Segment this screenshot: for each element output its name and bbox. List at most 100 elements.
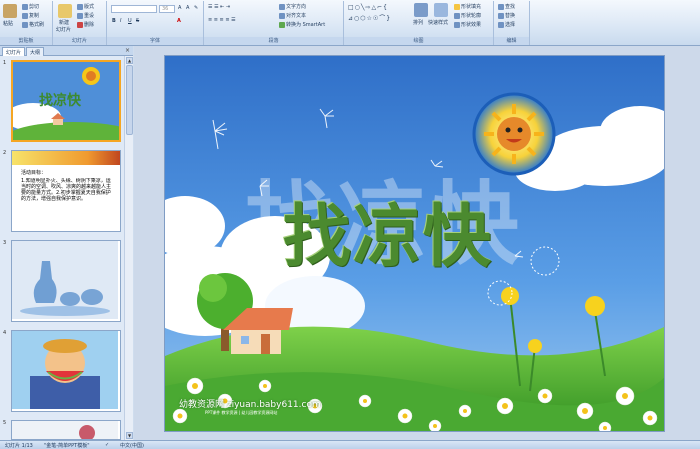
new-slide-button[interactable]: 新建 xyxy=(59,19,69,26)
scroll-thumb[interactable] xyxy=(126,65,133,135)
find-button[interactable]: 查找 xyxy=(498,3,515,10)
font-size-combo[interactable]: 36 xyxy=(159,5,175,13)
shape-effects-button[interactable]: 形状效果 xyxy=(454,21,481,28)
copy-button[interactable]: 复制 xyxy=(22,12,39,19)
text-direction-label: 文字方向 xyxy=(286,4,307,10)
shrink-font-button[interactable]: A xyxy=(186,5,189,11)
spell-check-icon[interactable]: ✓ xyxy=(105,442,109,448)
italic-button[interactable]: I xyxy=(120,18,121,24)
delete-button[interactable]: 删除 xyxy=(77,21,94,28)
editing-group: 查找 替换 选择 编辑 xyxy=(494,1,530,45)
align-text-icon xyxy=(279,12,285,19)
thumb-4-art xyxy=(12,331,118,409)
thumb-number: 1 xyxy=(3,60,7,66)
select-label: 选择 xyxy=(505,22,516,28)
thumb-2-heading: 活动目标： xyxy=(21,170,47,176)
format-painter-button[interactable]: 格式刷 xyxy=(22,21,44,28)
shape-outline-button[interactable]: 形状轮廓 xyxy=(454,12,481,19)
delete-label: 删除 xyxy=(84,22,95,28)
replace-label: 替换 xyxy=(505,13,516,19)
new-slide-icon[interactable] xyxy=(58,4,72,18)
reset-icon xyxy=(77,12,83,19)
underline-button[interactable]: U xyxy=(128,18,132,24)
reset-label: 重设 xyxy=(84,13,95,19)
thumb-number: 2 xyxy=(3,150,7,156)
slide-counter: 幻灯片 1/13 xyxy=(5,443,33,449)
quick-styles-button[interactable]: 快速样式 xyxy=(428,19,448,26)
arrange-icon[interactable] xyxy=(414,3,428,17)
shapes-gallery-row2[interactable]: ⊿○⬡☆☉⌒} xyxy=(348,13,391,22)
delete-icon xyxy=(77,21,83,28)
slide-watermark-sub: PPT课件 教学资源 | 幼儿园教学资源网站 xyxy=(205,410,278,415)
fill-icon xyxy=(454,3,460,10)
smartart-button[interactable]: 转换为 SmartArt xyxy=(279,21,325,28)
outline-icon xyxy=(454,12,460,19)
strike-button[interactable]: S xyxy=(136,18,139,24)
status-bar: 幻灯片 1/13 "金笔-简单PPT模板" ✓ 中文(中国) xyxy=(0,440,700,449)
arrange-button[interactable]: 排列 xyxy=(413,19,423,26)
font-color-button[interactable]: A xyxy=(177,18,181,24)
replace-button[interactable]: 替换 xyxy=(498,12,515,19)
align-text-button[interactable]: 对齐文本 xyxy=(279,12,306,19)
scroll-down-icon[interactable]: ▼ xyxy=(126,432,133,439)
cut-button[interactable]: 剪切 xyxy=(22,3,39,10)
text-direction-button[interactable]: 文字方向 xyxy=(279,3,306,10)
thumb-2-body: 1.知道明显扑火、头缘、树阴下乘凉，运当时的空调、吹风、凉爽的越来越能人主要的能… xyxy=(21,178,112,202)
ribbon: 粘贴 剪切 复制 格式刷 剪贴板 新建 幻灯片 版式 重设 删除 幻灯片 36 … xyxy=(0,0,700,46)
bullets-button[interactable]: ☰ ☰ ⇤ ⇥ xyxy=(208,4,230,10)
clipboard-group: 粘贴 剪切 复制 格式刷 剪贴板 xyxy=(0,1,53,45)
bold-button[interactable]: B xyxy=(112,18,116,24)
smartart-label: 转换为 SmartArt xyxy=(286,22,326,28)
clipboard-group-label: 剪贴板 xyxy=(0,37,52,45)
thumb-preview[interactable] xyxy=(11,240,121,322)
font-group: 36 A A ✎ B I U S A 字体 xyxy=(107,1,204,45)
thumb-preview[interactable]: 活动目标： 1.知道明显扑火、头缘、树阴下乘凉，运当时的空调、吹风、凉爽的越来越… xyxy=(11,150,121,232)
shape-fill-button[interactable]: 形状填充 xyxy=(454,3,481,10)
replace-icon xyxy=(498,12,504,19)
paragraph-group-label: 段落 xyxy=(204,37,343,45)
paste-button[interactable]: 粘贴 xyxy=(3,20,13,27)
cut-label: 剪切 xyxy=(29,4,40,10)
language-label: 中文(中国) xyxy=(120,443,144,449)
reset-button[interactable]: 重设 xyxy=(77,12,94,19)
align-text-label: 对齐文本 xyxy=(286,13,307,19)
drawing-group: □○╲⇨△⌐{ ⊿○⬡☆☉⌒} 排列 快速样式 形状填充 形状轮廓 形状效果 绘… xyxy=(344,1,494,45)
text-direction-icon xyxy=(279,3,285,10)
shape-fill-label: 形状填充 xyxy=(461,4,482,10)
tab-slides[interactable]: 幻灯片 xyxy=(2,47,26,56)
thumb-preview[interactable] xyxy=(11,420,121,440)
tab-outline[interactable]: 大纲 xyxy=(26,47,45,56)
select-button[interactable]: 选择 xyxy=(498,21,515,28)
binoculars-icon xyxy=(498,3,504,10)
thumb-2-banner xyxy=(12,151,120,165)
quick-styles-icon[interactable] xyxy=(434,3,448,17)
slides-group: 新建 幻灯片 版式 重设 删除 幻灯片 xyxy=(53,1,107,45)
thumb-number: 4 xyxy=(3,330,7,336)
clear-format-button[interactable]: ✎ xyxy=(194,5,198,11)
layout-button[interactable]: 版式 xyxy=(77,3,94,10)
slide-editor: 找凉快 找凉快 幼教资源网 ziyuan.baby611.com PPT课件 教… xyxy=(134,46,700,440)
thumb-preview[interactable]: 找凉快 xyxy=(11,60,121,142)
font-group-label: 字体 xyxy=(107,37,203,45)
theme-name: "金笔-简单PPT模板" xyxy=(44,443,90,449)
brush-icon xyxy=(22,21,28,28)
font-name-combo[interactable] xyxy=(111,5,157,13)
align-buttons[interactable]: ≡ ≡ ≡ ≡ ☰ xyxy=(208,17,236,23)
slide-watermark: 幼教资源网 ziyuan.baby611.com xyxy=(179,400,321,410)
shape-effects-label: 形状效果 xyxy=(461,22,482,28)
slide-canvas[interactable]: 找凉快 找凉快 幼教资源网 ziyuan.baby611.com PPT课件 教… xyxy=(164,55,665,432)
panel-scrollbar[interactable]: ▲ ▼ xyxy=(124,56,133,440)
grow-font-button[interactable]: A xyxy=(178,5,181,11)
paste-icon[interactable] xyxy=(3,4,17,18)
panel-tabs: 幻灯片 大纲 × xyxy=(0,46,133,56)
new-slide-button-line2[interactable]: 幻灯片 xyxy=(56,26,71,33)
shapes-gallery[interactable]: □○╲⇨△⌐{ xyxy=(348,4,408,11)
thumb-1-title: 找凉快 xyxy=(39,93,81,109)
scroll-up-icon[interactable]: ▲ xyxy=(126,57,133,64)
slide-title[interactable]: 找凉快 xyxy=(283,181,493,280)
thumb-preview[interactable] xyxy=(11,330,121,412)
slides-group-label: 幻灯片 xyxy=(53,37,106,45)
smartart-icon xyxy=(279,21,285,28)
drawing-group-label: 绘图 xyxy=(344,37,493,45)
close-icon[interactable]: × xyxy=(125,47,130,54)
